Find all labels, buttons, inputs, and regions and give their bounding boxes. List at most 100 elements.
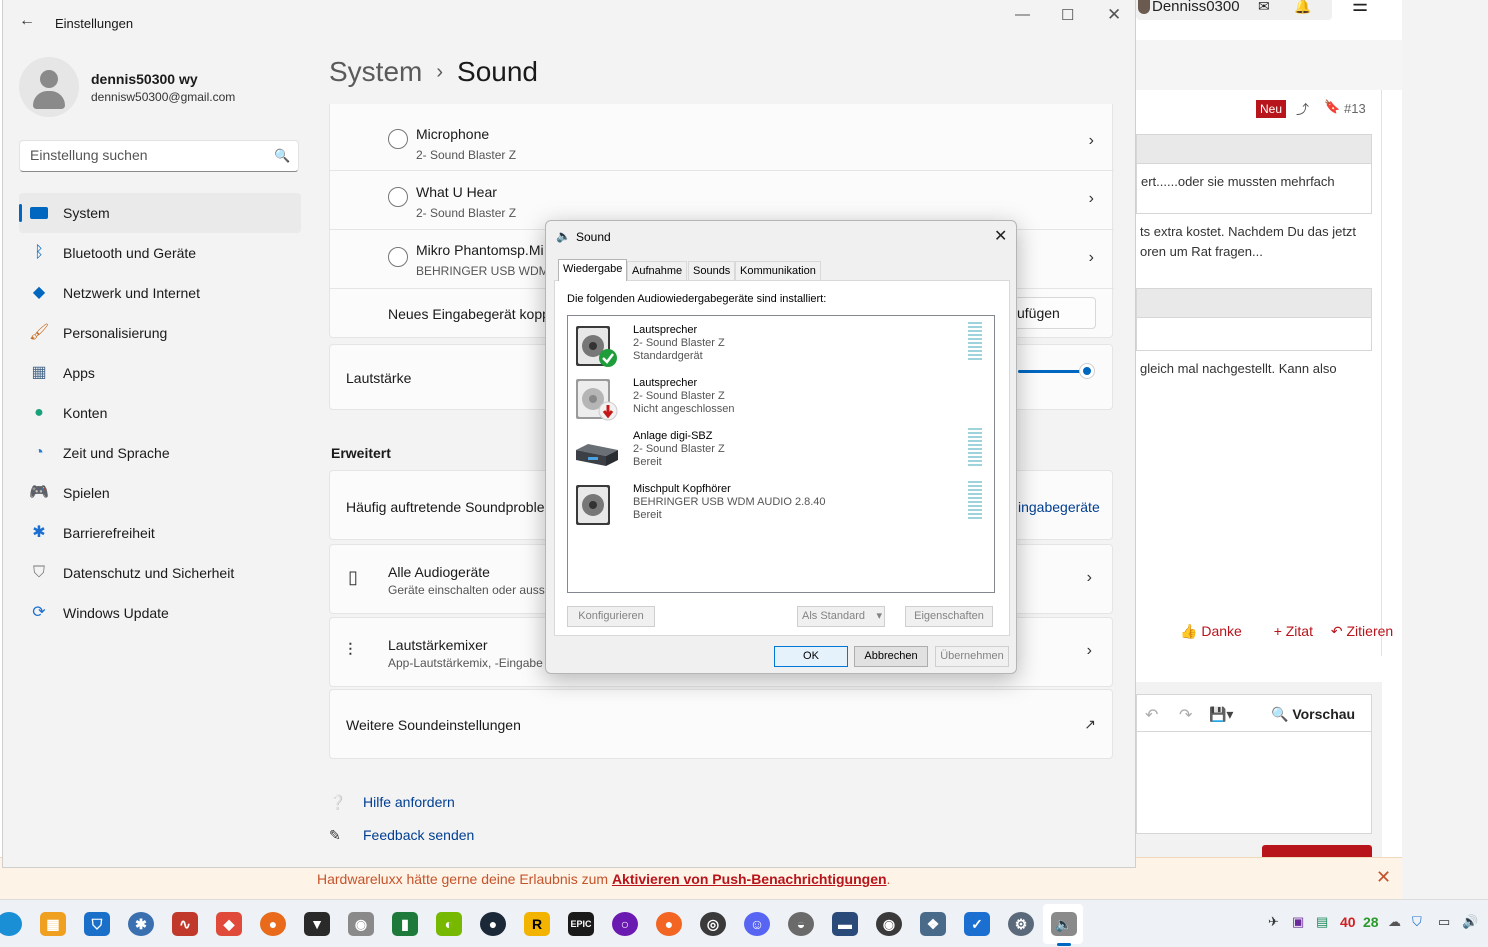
volume-slider-track[interactable] — [1018, 370, 1086, 373]
tab-communication[interactable]: Kommunikation — [735, 261, 821, 281]
firefox-icon[interactable]: ● — [260, 912, 286, 936]
sidebar-item-time-language[interactable]: ◔ Zeit und Sprache — [19, 433, 301, 473]
shield-icon[interactable]: ⛉ — [1412, 914, 1422, 930]
epic-games-icon[interactable]: EPIC — [568, 912, 594, 936]
help-link[interactable]: Hilfe anfordern — [363, 794, 455, 810]
close-icon[interactable]: ✕ — [994, 226, 1007, 246]
post-number[interactable]: #13 — [1344, 101, 1366, 116]
ok-button[interactable]: OK — [774, 646, 848, 667]
configure-button[interactable]: Konfigurieren — [567, 606, 655, 627]
post-text-line: ts extra kostet. Nachdem Du das jetzt — [1140, 224, 1357, 239]
chevron-down-icon[interactable]: ▾ — [876, 607, 882, 626]
input-device-row[interactable]: Microphone 2- Sound Blaster Z › — [330, 104, 1114, 170]
cloud-icon[interactable]: ☁ — [1388, 914, 1401, 930]
sidebar-item-privacy[interactable]: ⛉ Datenschutz und Sicherheit — [19, 553, 301, 593]
cancel-button[interactable]: Abbrechen — [854, 646, 928, 667]
enable-push-link[interactable]: Aktivieren von Push-Benachrichtigungen — [612, 871, 887, 887]
list-item[interactable]: Mischpult Kopfhörer BEHRINGER USB WDM AU… — [568, 479, 994, 531]
device-name: Lautsprecher — [633, 377, 698, 389]
sidebar-item-gaming[interactable]: 🎮 Spielen — [19, 473, 301, 513]
set-default-button[interactable]: Als Standard ▾ — [797, 606, 885, 627]
more-sound-settings-row[interactable]: Weitere Soundeinstellungen ↗ — [329, 689, 1113, 759]
sidebar-item-personalization[interactable]: 🖌 Personalisierung — [19, 313, 301, 353]
app-icon[interactable]: ✓ — [964, 912, 990, 936]
sidebar-item-windows-update[interactable]: ⟳ Windows Update — [19, 593, 301, 633]
ubisoft-icon[interactable]: ◎ — [700, 912, 726, 936]
properties-button[interactable]: Eigenschaften — [905, 606, 993, 627]
list-item[interactable]: Lautsprecher 2- Sound Blaster Z Standard… — [568, 320, 994, 372]
app-icon[interactable]: ▼ — [304, 912, 330, 936]
mail-icon[interactable]: ✉ — [1258, 0, 1270, 15]
back-arrow-icon[interactable]: ← — [19, 12, 35, 30]
speaker-icon[interactable]: 🔈 — [1051, 912, 1077, 936]
app-icon[interactable]: ◉ — [348, 912, 374, 936]
minimize-icon[interactable]: — — [1015, 6, 1030, 23]
feedback-link[interactable]: Feedback senden — [363, 827, 474, 843]
bell-icon[interactable]: 🔔 — [1294, 0, 1311, 15]
tray-app-icon[interactable]: ▣ — [1292, 914, 1304, 930]
defender-icon[interactable]: ⛉ — [84, 912, 110, 936]
obs-icon[interactable]: ◉ — [876, 912, 902, 936]
sidebar-item-apps[interactable]: ▦ Apps — [19, 353, 301, 393]
sidebar-item-bluetooth[interactable]: ᛒ Bluetooth und Geräte — [19, 233, 301, 273]
sidebar-item-network[interactable]: ◆ Netzwerk und Internet — [19, 273, 301, 313]
update-icon: ⟳ — [32, 604, 46, 621]
maximize-icon[interactable]: ☐ — [1061, 6, 1074, 24]
app-icon[interactable]: ▬ — [832, 912, 858, 936]
radio-button[interactable] — [388, 187, 408, 207]
tray-app-icon[interactable]: ▤ — [1316, 914, 1328, 930]
like-button[interactable]: 👍 Danke — [1180, 623, 1256, 639]
nvidia-icon[interactable]: ◐ — [436, 912, 462, 936]
app-icon[interactable]: ◆ — [216, 912, 242, 936]
preview-button[interactable]: 🔍 Vorschau — [1271, 706, 1355, 723]
playback-device-list[interactable]: Lautsprecher 2- Sound Blaster Z Standard… — [567, 315, 995, 593]
list-item[interactable]: Lautsprecher 2- Sound Blaster Z Nicht an… — [568, 373, 994, 425]
reply-quote-button[interactable]: ↶ Zitieren — [1331, 623, 1407, 639]
store-icon[interactable]: ▦ — [40, 912, 66, 936]
rockstar-icon[interactable]: R — [524, 912, 550, 936]
breadcrumb-system[interactable]: System — [329, 56, 422, 87]
app-icon[interactable]: ◒ — [788, 912, 814, 936]
editor-text-area[interactable] — [1136, 732, 1372, 834]
hamburger-menu-icon[interactable]: ☰ — [1352, 0, 1368, 16]
search-icon[interactable]: 🔍 — [274, 148, 290, 164]
steam-icon[interactable]: ● — [480, 912, 506, 936]
troubleshoot-input-link[interactable]: ingabegeräte — [1018, 499, 1100, 515]
avatar[interactable] — [19, 57, 79, 117]
tab-recording[interactable]: Aufnahme — [627, 261, 688, 281]
search-box[interactable]: 🔍 — [19, 140, 299, 172]
edge-icon[interactable] — [0, 912, 22, 936]
quote-button[interactable]: + Zitat — [1274, 623, 1313, 639]
discord-icon[interactable]: ☺ — [744, 912, 770, 936]
add-device-button[interactable]: ufügen — [1006, 297, 1096, 329]
close-icon[interactable]: ✕ — [1376, 867, 1391, 888]
app-icon[interactable]: ❖ — [920, 912, 946, 936]
sidebar-item-accessibility[interactable]: ✱ Barrierefreiheit — [19, 513, 301, 553]
radio-button[interactable] — [388, 247, 408, 267]
settings-gear-icon[interactable]: ⚙ — [1008, 912, 1034, 936]
close-window-icon[interactable]: ✕ — [1107, 5, 1121, 25]
tab-sounds[interactable]: Sounds — [688, 261, 736, 281]
airplane-icon[interactable]: ✈ — [1268, 914, 1279, 930]
bookmark-icon[interactable]: 🔖 — [1324, 99, 1340, 115]
list-item[interactable]: Anlage digi-SBZ 2- Sound Blaster Z Berei… — [568, 426, 994, 478]
radio-button[interactable] — [388, 129, 408, 149]
app-icon[interactable]: ∿ — [172, 912, 198, 936]
app-icon[interactable]: ▮ — [392, 912, 418, 936]
sidebar-item-system[interactable]: System — [19, 193, 301, 233]
app-icon[interactable]: ○ — [612, 912, 638, 936]
save-draft-icon[interactable]: 💾▾ — [1209, 706, 1233, 723]
app-icon[interactable]: ✱ — [128, 912, 154, 936]
redo-icon[interactable]: ↷ — [1179, 705, 1192, 725]
sidebar-item-accounts[interactable]: ● Konten — [19, 393, 301, 433]
share-icon[interactable]: ⤴ — [1296, 99, 1309, 118]
search-input[interactable] — [30, 147, 260, 163]
speaker-icon — [576, 326, 617, 367]
undo-icon[interactable]: ↶ — [1145, 705, 1158, 725]
tab-playback[interactable]: Wiedergabe — [558, 259, 628, 281]
volume-slider-thumb[interactable] — [1080, 364, 1094, 378]
apply-button[interactable]: Übernehmen — [935, 646, 1009, 667]
display-icon[interactable]: ▭ — [1438, 914, 1450, 930]
volume-icon[interactable]: 🔊 — [1462, 914, 1478, 930]
origin-icon[interactable]: ● — [656, 912, 682, 936]
